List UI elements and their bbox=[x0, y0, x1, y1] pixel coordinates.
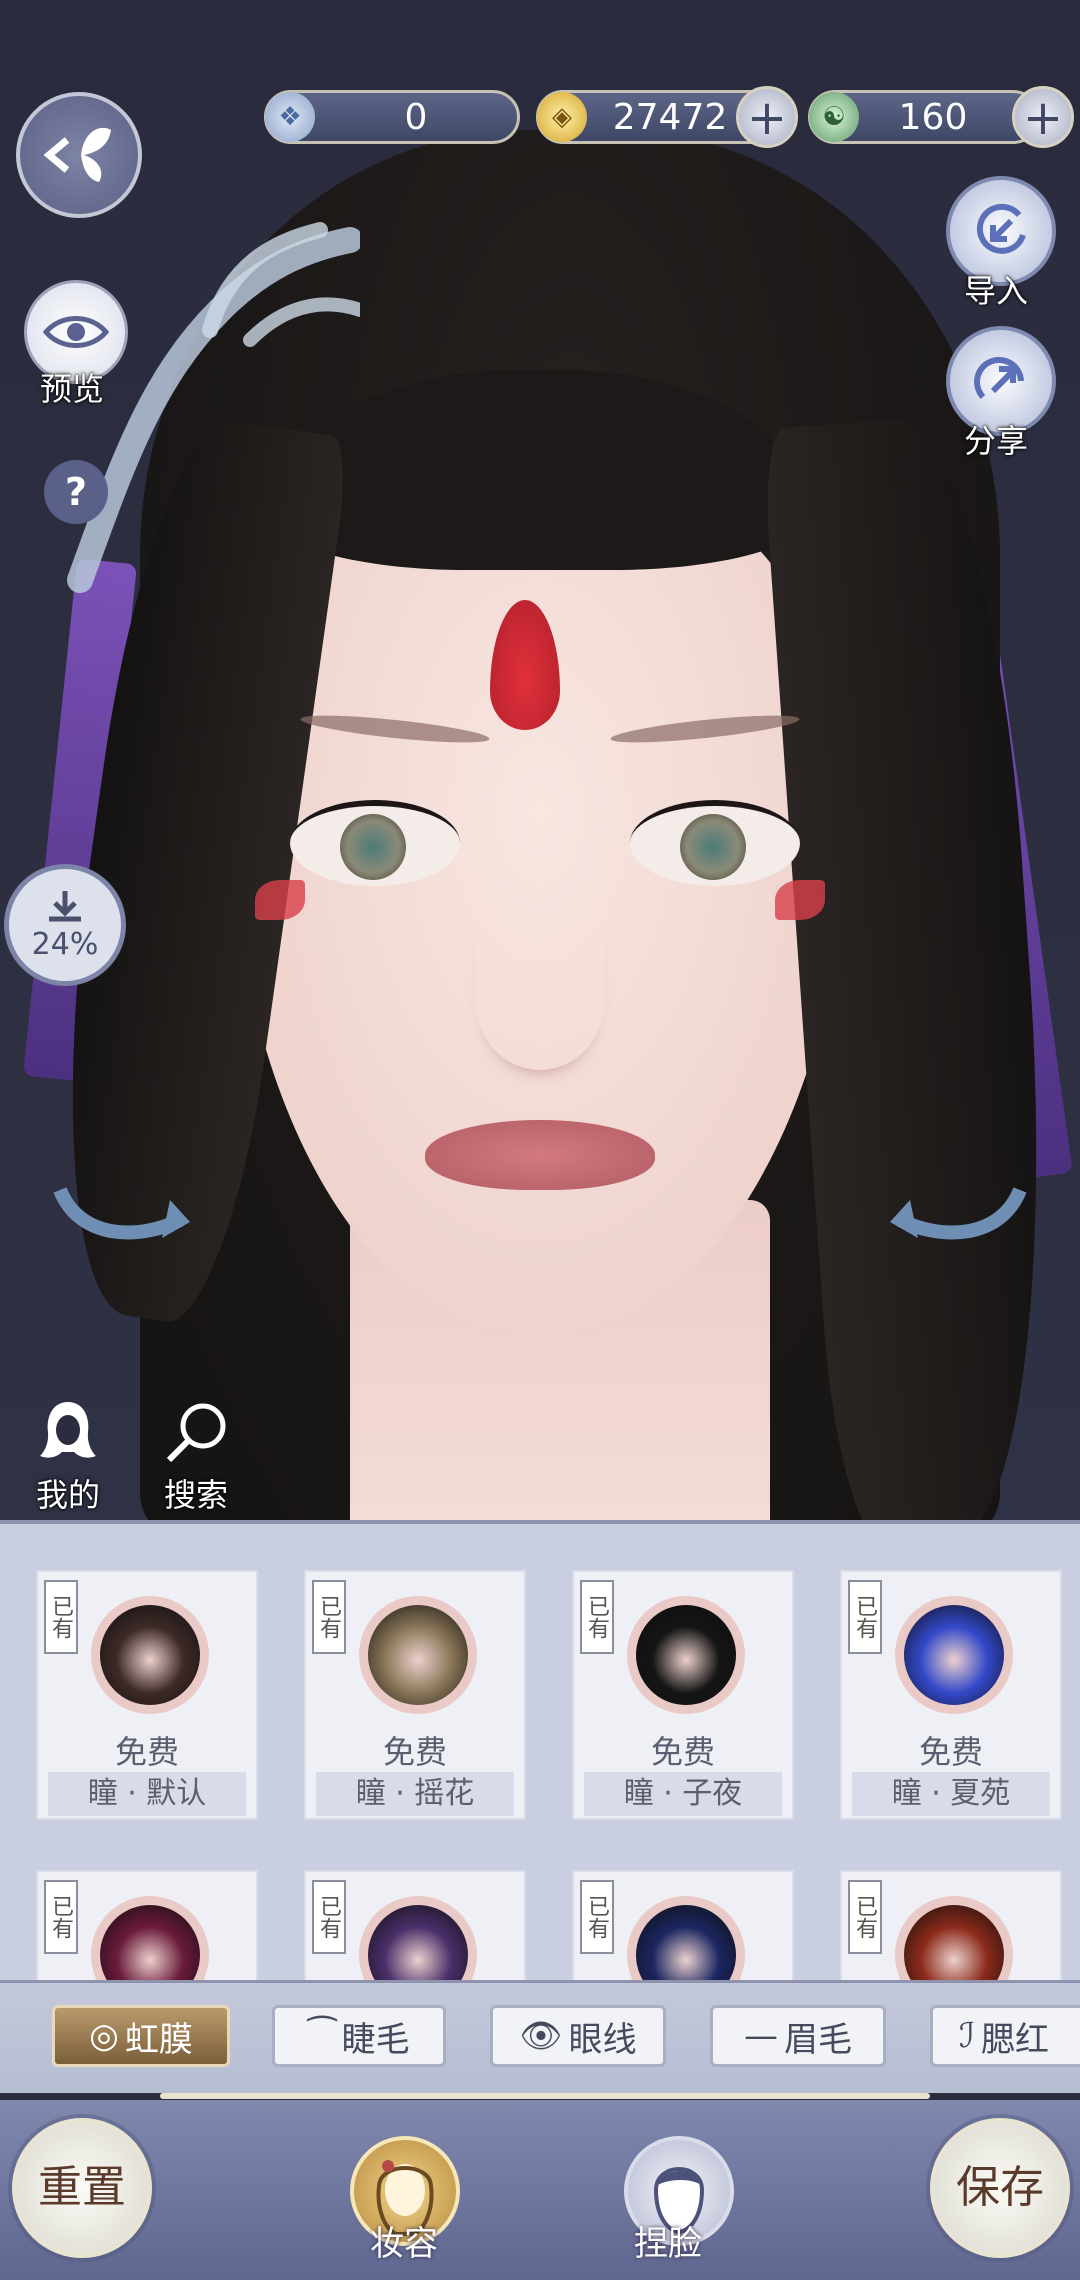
save-button[interactable]: 保存 bbox=[930, 2118, 1070, 2258]
search-label: 搜索 bbox=[163, 1476, 228, 1514]
cheek-mark-right bbox=[775, 880, 825, 920]
iris-swatch bbox=[91, 1596, 209, 1714]
item-price: 免费 bbox=[382, 1733, 447, 1771]
iris-item-card[interactable]: 已有免费瞳 · 默认 bbox=[36, 1570, 258, 1820]
share-arrow-icon bbox=[974, 356, 1024, 400]
add-spirit-button[interactable]: + bbox=[1012, 86, 1074, 148]
tab-scroll-track[interactable] bbox=[160, 2093, 930, 2099]
iris-preview-icon bbox=[904, 1905, 1004, 1984]
back-button[interactable] bbox=[16, 92, 142, 218]
face-label: 捏脸 bbox=[634, 2224, 702, 2264]
add-coin-button[interactable]: + bbox=[736, 86, 798, 148]
owned-tag: 已有 bbox=[312, 1880, 346, 1954]
jade-currency-icon: ❖ bbox=[265, 92, 315, 142]
butterfly-back-icon bbox=[43, 127, 111, 182]
preview-label: 预览 bbox=[40, 370, 105, 408]
item-price: 免费 bbox=[114, 1733, 179, 1771]
currency-spirit-counter: ☯ 160 bbox=[808, 90, 1040, 144]
iris-icon: ◎ bbox=[89, 2016, 119, 2056]
item-name: 瞳 · 夏苑 bbox=[852, 1772, 1050, 1816]
iris-preview-icon bbox=[100, 1605, 200, 1705]
rotate-left-arrow-icon[interactable] bbox=[50, 1160, 190, 1260]
nose bbox=[475, 930, 605, 1070]
eye-right bbox=[630, 800, 800, 886]
eyelash-icon: ⁀ bbox=[308, 2016, 336, 2056]
iris-swatch bbox=[627, 1596, 745, 1714]
iris-preview-icon bbox=[636, 1605, 736, 1705]
coin-currency-icon: ◈ bbox=[537, 92, 587, 142]
iris-item-panel[interactable]: 已有 免费瞳 · 默认 已有 免费瞳 · 摇花 已有 免费瞳 · 子夜 已有 免费瞳 · 夏苑… bbox=[0, 1520, 1080, 1984]
makeup-label: 妆容 bbox=[370, 2224, 438, 2264]
download-icon bbox=[49, 890, 81, 921]
item-name: 瞳 · 默认 bbox=[48, 1772, 246, 1816]
eye-icon bbox=[43, 316, 109, 348]
share-label: 分享 bbox=[964, 422, 1029, 460]
item-name: 瞳 · 子夜 bbox=[584, 1772, 782, 1816]
iris-preview-icon bbox=[100, 1905, 200, 1984]
bottom-mode-bar: 重置 妆容 捏脸 保存 bbox=[0, 2100, 1080, 2280]
owned-tag: 已有 bbox=[312, 1580, 346, 1654]
search-button[interactable]: 搜索 bbox=[156, 1400, 236, 1516]
iris-swatch bbox=[895, 1596, 1013, 1714]
owned-tag: 已有 bbox=[848, 1880, 882, 1954]
owned-tag: 已有 bbox=[848, 1580, 882, 1654]
iris-preview-icon bbox=[368, 1605, 468, 1705]
spirit-currency-icon: ☯ bbox=[809, 92, 859, 142]
iris-item-card[interactable]: 已有 bbox=[36, 1870, 258, 1984]
iris-swatch bbox=[895, 1896, 1013, 1984]
item-name: 瞳 · 摇花 bbox=[316, 1772, 514, 1816]
iris-item-card[interactable]: 已有 bbox=[304, 1870, 526, 1984]
owned-tag: 已有 bbox=[580, 1880, 614, 1954]
my-presets-button[interactable]: 我的 bbox=[28, 1396, 108, 1516]
blush-icon: ℐ bbox=[959, 2016, 975, 2056]
hairpin-ornament bbox=[67, 222, 360, 593]
iris-preview-icon bbox=[904, 1605, 1004, 1705]
iris-item-card[interactable]: 已有免费瞳 · 子夜 bbox=[572, 1570, 794, 1820]
character-viewport[interactable] bbox=[0, 0, 1080, 1520]
makeup-category-tabs: ◎ 虹膜 ⁀ 睫毛 👁 眼线 — 眉毛 ℐ 腮红 bbox=[0, 1980, 1080, 2093]
iris-item-card[interactable]: 已有免费瞳 · 摇花 bbox=[304, 1570, 526, 1820]
tab-eyelash[interactable]: ⁀ 睫毛 bbox=[272, 2005, 446, 2067]
person-silhouette-icon bbox=[40, 1402, 96, 1458]
tab-eyeliner[interactable]: 👁 眼线 bbox=[490, 2005, 666, 2067]
eyebrow-icon: — bbox=[744, 2016, 778, 2056]
iris-item-card[interactable]: 已有免费瞳 · 夏苑 bbox=[840, 1570, 1062, 1820]
tab-iris[interactable]: ◎ 虹膜 bbox=[52, 2005, 230, 2067]
iris-swatch bbox=[359, 1596, 477, 1714]
mine-label: 我的 bbox=[35, 1476, 100, 1514]
item-price: 免费 bbox=[650, 1733, 715, 1771]
import-label: 导入 bbox=[964, 272, 1029, 310]
iris-preview-icon bbox=[636, 1905, 736, 1984]
iris-swatch bbox=[627, 1896, 745, 1984]
eye-left bbox=[290, 800, 460, 886]
import-arrow-icon bbox=[976, 203, 1026, 254]
download-percent: 24% bbox=[31, 926, 99, 962]
eyeliner-icon: 👁 bbox=[519, 2016, 563, 2056]
help-button[interactable]: ? bbox=[44, 460, 108, 524]
iris-preview-icon bbox=[368, 1905, 468, 1984]
search-icon bbox=[166, 1403, 226, 1463]
iris-swatch bbox=[359, 1896, 477, 1984]
rotate-right-arrow-icon[interactable] bbox=[890, 1160, 1030, 1260]
owned-tag: 已有 bbox=[44, 1880, 78, 1954]
tab-blush[interactable]: ℐ 腮红 bbox=[930, 2005, 1080, 2067]
reset-button[interactable]: 重置 bbox=[12, 2118, 152, 2258]
iris-swatch bbox=[91, 1896, 209, 1984]
iris-item-card[interactable]: 已有 bbox=[840, 1870, 1062, 1984]
currency-jade-counter: ❖ 0 bbox=[264, 90, 520, 144]
owned-tag: 已有 bbox=[44, 1580, 78, 1654]
download-progress-button[interactable]: 24% bbox=[4, 864, 126, 986]
tab-eyebrow[interactable]: — 眉毛 bbox=[710, 2005, 886, 2067]
owned-tag: 已有 bbox=[580, 1580, 614, 1654]
lips bbox=[425, 1120, 655, 1190]
cheek-mark-left bbox=[255, 880, 305, 920]
item-price: 免费 bbox=[918, 1733, 983, 1771]
iris-item-card[interactable]: 已有 bbox=[572, 1870, 794, 1984]
